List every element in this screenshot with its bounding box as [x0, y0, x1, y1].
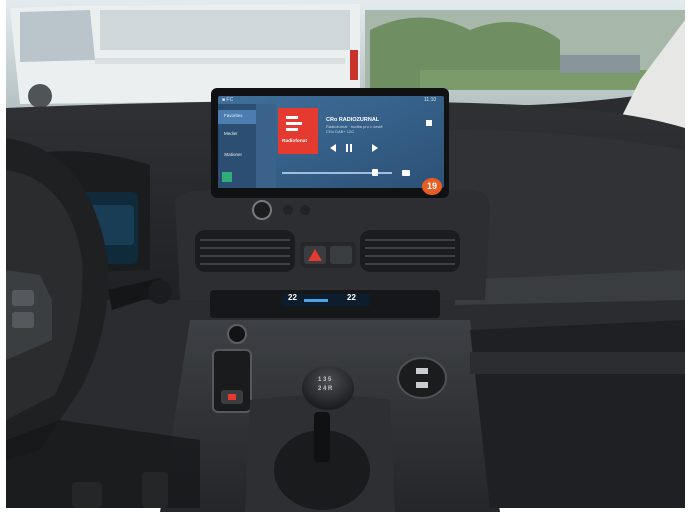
usb-ports — [397, 357, 447, 399]
station-logo-label: Radiofonat — [282, 139, 308, 144]
menu-item-media: Medier — [224, 131, 238, 136]
volume-knob — [252, 200, 272, 220]
status-time: 11:10 — [424, 97, 437, 103]
left-temperature: 22 — [288, 293, 297, 302]
infotainment-ui: ■ FC 11:10 Favorites Medier Stationer Ra… — [218, 96, 444, 188]
marker-badge: 19 — [422, 178, 442, 195]
gear-pattern-top: 1 3 5 — [318, 377, 332, 383]
gear-pattern-bottom: 2 4 R — [318, 386, 333, 392]
menu-item-favorites: Favorites — [224, 113, 243, 118]
station-title: CRo RADIOZURNAL — [326, 117, 380, 123]
right-temperature: 22 — [347, 293, 356, 302]
dashboard-scene — [0, 0, 691, 512]
right-air-vent — [360, 230, 460, 272]
station-subtitle-2: CRo DAB+ 12C — [326, 129, 355, 134]
car-interior-photo: ■ FC 11:10 Favorites Medier Stationer Ra… — [0, 0, 691, 512]
left-air-vent — [195, 230, 295, 272]
menu-item-stations: Stationer — [224, 152, 243, 157]
status-left-text: ■ FC — [222, 97, 234, 103]
start-button — [227, 324, 247, 344]
